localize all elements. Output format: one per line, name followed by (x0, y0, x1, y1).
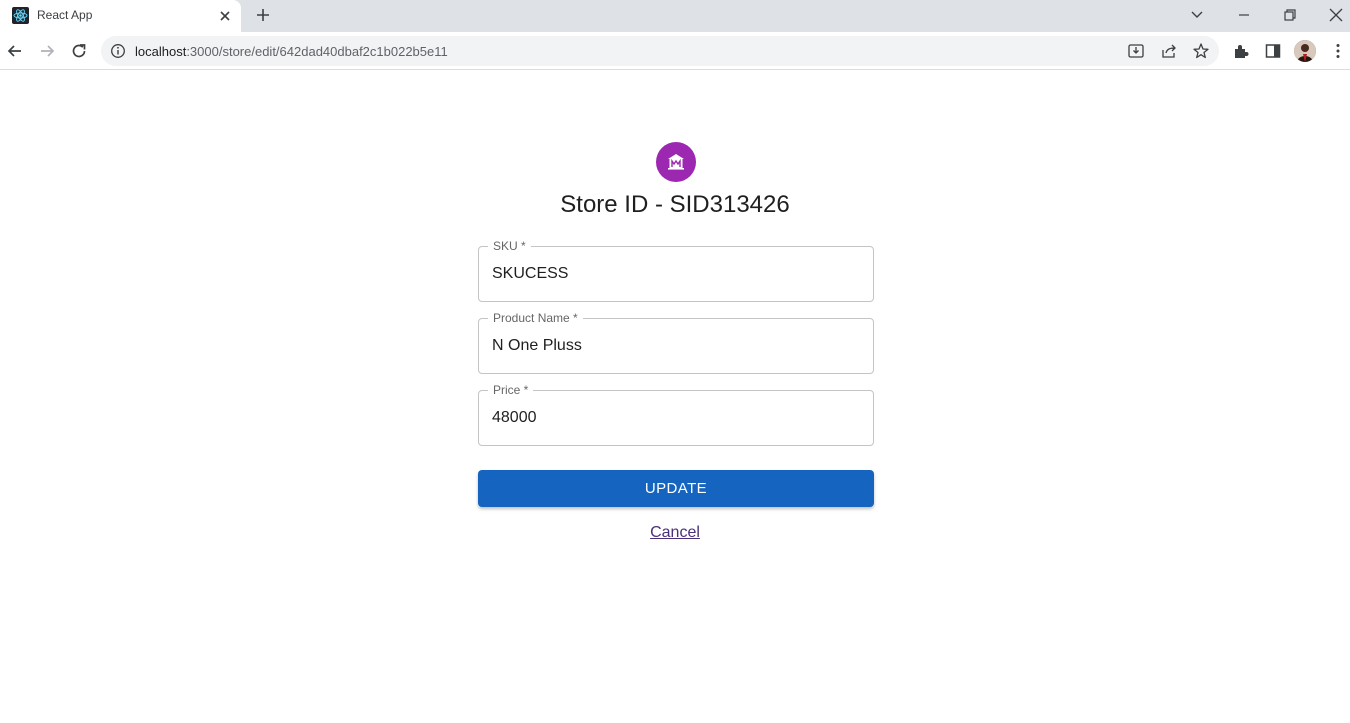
url-text: localhost:3000/store/edit/642dad40dbaf2c… (135, 44, 448, 59)
chevron-down-icon[interactable] (1187, 5, 1207, 25)
browser-toolbar: localhost:3000/store/edit/642dad40dbaf2c… (0, 32, 1350, 70)
cancel-link[interactable]: Cancel (650, 524, 700, 541)
tab-title: React App (37, 8, 93, 22)
product-name-label: Product Name * (488, 311, 583, 325)
install-icon[interactable] (1127, 42, 1145, 60)
forward-arrow-icon[interactable] (37, 41, 57, 61)
info-icon[interactable] (110, 43, 126, 59)
tab-strip: React App (0, 0, 1350, 32)
store-icon (668, 154, 684, 170)
address-bar[interactable]: localhost:3000/store/edit/642dad40dbaf2c… (101, 36, 1219, 66)
close-window-icon[interactable] (1326, 5, 1346, 25)
url-path: :3000/store/edit/642dad40dbaf2c1b022b5e1… (186, 44, 448, 59)
page-content: Store ID - SID313426 SKU * SKUCESS Produ… (0, 71, 1350, 723)
sku-label: SKU * (488, 239, 531, 253)
react-favicon-icon (12, 7, 29, 24)
url-host: localhost (135, 44, 187, 59)
product-name-field[interactable]: Product Name * N One Pluss (478, 311, 874, 374)
kebab-menu-icon[interactable] (1328, 41, 1348, 61)
puzzle-icon[interactable] (1231, 41, 1251, 61)
update-button[interactable]: UPDATE (478, 470, 874, 507)
page-title: Store ID - SID313426 (560, 191, 790, 218)
minimize-icon[interactable] (1234, 5, 1254, 25)
sku-field[interactable]: SKU * SKUCESS (478, 239, 874, 302)
price-field[interactable]: Price * 48000 (478, 383, 874, 446)
browser-tab[interactable]: React App (0, 0, 241, 32)
store-avatar (656, 142, 696, 182)
close-icon[interactable] (216, 7, 234, 25)
reload-icon[interactable] (69, 41, 89, 61)
star-icon[interactable] (1192, 42, 1210, 60)
sku-input[interactable]: SKUCESS (492, 265, 568, 283)
price-label: Price * (488, 383, 534, 397)
restore-icon[interactable] (1280, 5, 1300, 25)
sidepanel-icon[interactable] (1263, 41, 1283, 61)
profile-avatar[interactable] (1294, 40, 1316, 62)
cancel-row: Cancel (0, 524, 1350, 542)
price-input[interactable]: 48000 (492, 409, 537, 427)
profile-picture-icon (1294, 40, 1316, 62)
plus-icon[interactable] (254, 6, 272, 24)
share-icon[interactable] (1160, 42, 1178, 60)
back-arrow-icon[interactable] (5, 41, 25, 61)
product-name-input[interactable]: N One Pluss (492, 337, 582, 355)
